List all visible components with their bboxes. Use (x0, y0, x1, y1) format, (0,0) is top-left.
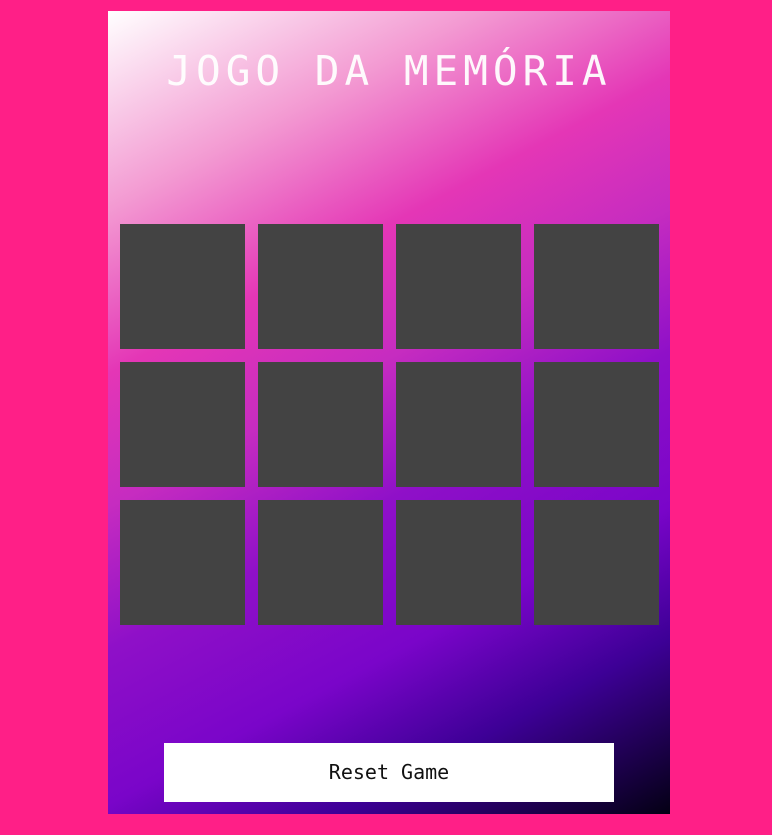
game-container: JOGO DA MEMÓRIA Reset Game (108, 11, 670, 814)
card-grid (120, 224, 659, 625)
memory-card-2[interactable] (258, 224, 383, 349)
reset-game-button[interactable]: Reset Game (164, 743, 614, 802)
memory-card-5[interactable] (120, 362, 245, 487)
memory-card-7[interactable] (396, 362, 521, 487)
memory-card-12[interactable] (534, 500, 659, 625)
memory-card-11[interactable] (396, 500, 521, 625)
memory-card-8[interactable] (534, 362, 659, 487)
memory-card-4[interactable] (534, 224, 659, 349)
memory-card-6[interactable] (258, 362, 383, 487)
memory-card-9[interactable] (120, 500, 245, 625)
memory-card-3[interactable] (396, 224, 521, 349)
memory-card-10[interactable] (258, 500, 383, 625)
game-title: JOGO DA MEMÓRIA (166, 47, 612, 95)
memory-card-1[interactable] (120, 224, 245, 349)
